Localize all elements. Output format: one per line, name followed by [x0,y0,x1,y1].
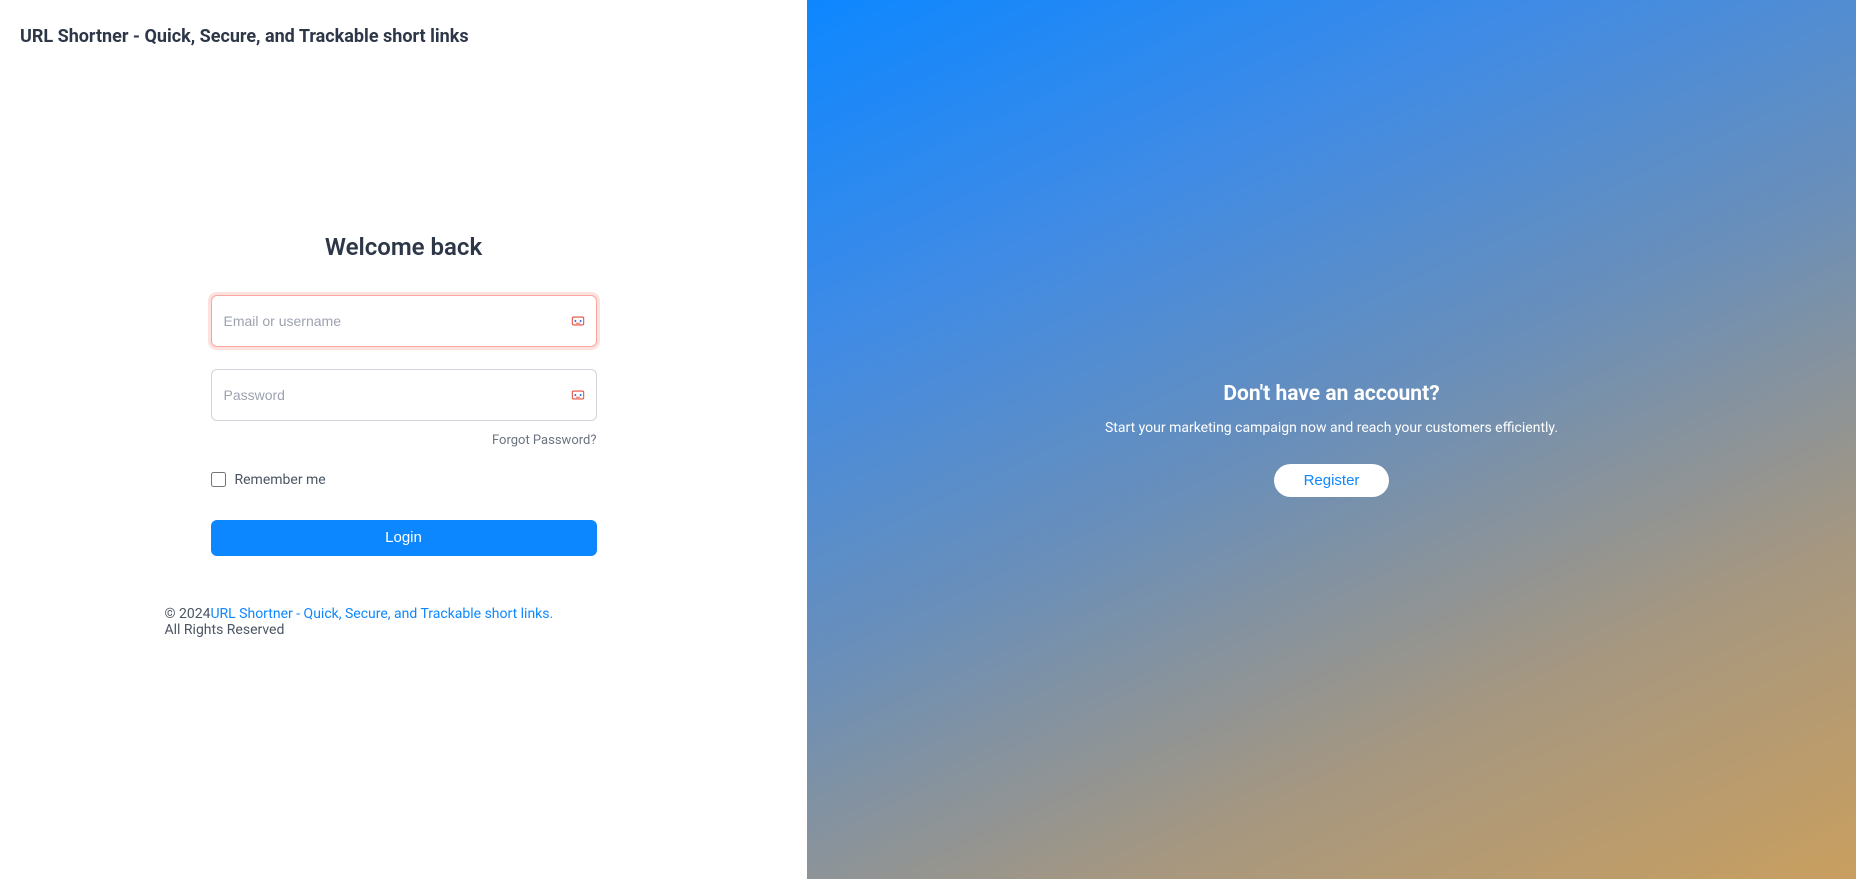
password-input[interactable] [211,369,597,421]
password-input-group [211,369,597,421]
credential-icon [570,387,586,403]
credential-icon [570,313,586,329]
forgot-password-row: Forgot Password? [211,433,597,448]
login-button[interactable]: Login [211,520,597,556]
register-panel: Don't have an account? Start your market… [807,0,1856,879]
forgot-password-link[interactable]: Forgot Password? [492,433,597,448]
footer-link[interactable]: URL Shortner - Quick, Secure, and Tracka… [210,606,553,622]
register-content: Don't have an account? Start your market… [1065,382,1598,497]
remember-me-row: Remember me [211,472,597,488]
login-form: Welcome back [211,233,597,638]
register-button[interactable]: Register [1274,464,1390,497]
welcome-title: Welcome back [211,233,597,261]
email-input-group [211,295,597,347]
form-wrapper: Welcome back [20,17,787,853]
login-panel: URL Shortner - Quick, Secure, and Tracka… [0,0,807,879]
email-input[interactable] [211,295,597,347]
register-subtitle: Start your marketing campaign now and re… [1105,420,1558,436]
remember-me-label[interactable]: Remember me [235,472,326,488]
remember-me-checkbox[interactable] [211,472,226,487]
copyright-prefix: © 2024 [165,606,211,622]
copyright-suffix: All Rights Reserved [165,622,285,638]
footer: © 2024 URL Shortner - Quick, Secure, and… [165,606,645,638]
register-title: Don't have an account? [1105,382,1558,406]
